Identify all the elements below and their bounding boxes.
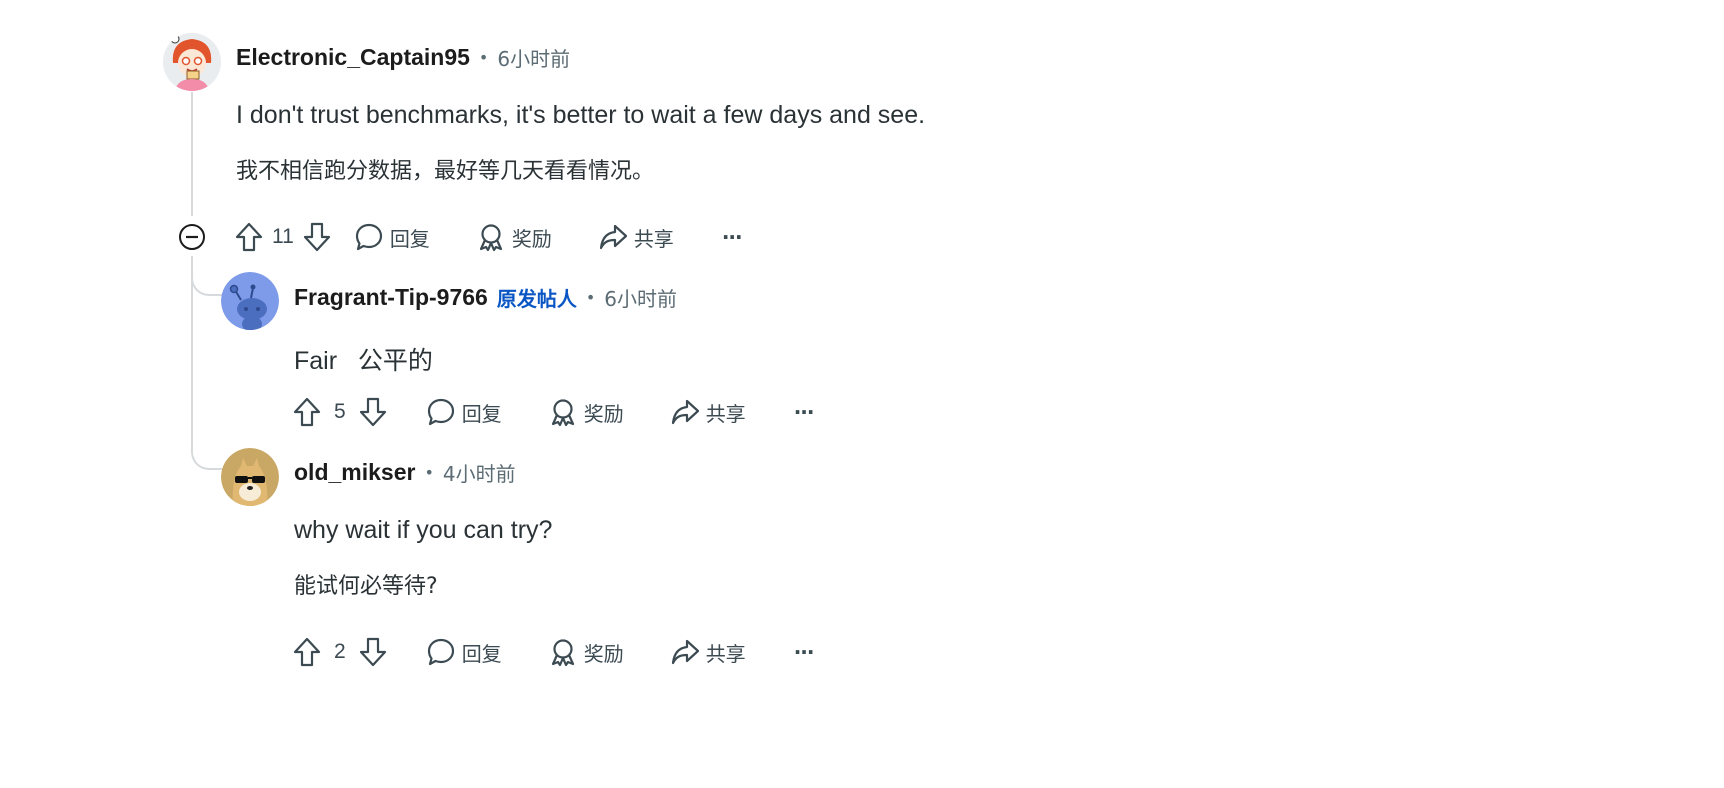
arrow-down-icon (302, 221, 332, 253)
upvote-button[interactable] (292, 636, 322, 668)
share-arrow-icon (670, 637, 700, 667)
award-button[interactable]: 奖励 (548, 397, 624, 427)
award-label: 奖励 (511, 226, 552, 251)
arrow-down-icon (358, 396, 388, 428)
share-button[interactable]: 共享 (598, 222, 674, 252)
avatar[interactable] (163, 33, 221, 91)
username[interactable]: old_mikser (294, 459, 415, 486)
vote-count: 5 (334, 400, 346, 423)
reply-label: 回复 (461, 641, 502, 666)
speech-bubble-icon (354, 222, 384, 252)
comment-actions: 2 回复 奖励 共享 ··· (292, 630, 815, 674)
share-arrow-icon (670, 397, 700, 427)
upvote-button[interactable] (292, 396, 322, 428)
award-label: 奖励 (583, 641, 624, 666)
more-options-button[interactable]: ··· (793, 640, 815, 664)
downvote-button[interactable] (302, 221, 332, 253)
arrow-up-icon (292, 636, 322, 668)
arrow-up-icon (292, 396, 322, 428)
reply-button[interactable]: 回复 (354, 222, 430, 252)
thread-line-main (191, 92, 193, 216)
vote-count: 2 (334, 640, 346, 663)
comment-meta: old_mikser • 4小时前 (294, 457, 516, 487)
more-icon: ··· (721, 225, 743, 249)
reply-button[interactable]: 回复 (426, 637, 502, 667)
comment-translation: 能试何必等待? (294, 574, 438, 599)
share-label: 共享 (705, 641, 746, 666)
share-button[interactable]: 共享 (670, 397, 746, 427)
more-options-button[interactable]: ··· (793, 400, 815, 424)
share-button[interactable]: 共享 (670, 637, 746, 667)
more-icon: ··· (793, 640, 815, 664)
comment-actions: 11 回复 奖励 共享 ··· (234, 215, 743, 259)
award-ribbon-icon (548, 397, 578, 427)
comment-text: Fair 公平的 (294, 347, 433, 375)
thread-curve-reply-2 (191, 426, 223, 470)
separator-dot: • (478, 47, 489, 67)
comment-meta: Electronic_Captain95 • 6小时前 (236, 42, 570, 72)
downvote-button[interactable] (358, 636, 388, 668)
arrow-up-icon (234, 221, 264, 253)
thread-curve-reply-1 (191, 256, 223, 296)
speech-bubble-icon (426, 397, 456, 427)
timestamp[interactable]: 6小时前 (497, 43, 570, 72)
username[interactable]: Electronic_Captain95 (236, 44, 470, 71)
more-options-button[interactable]: ··· (721, 225, 743, 249)
share-arrow-icon (598, 222, 628, 252)
comment-actions: 5 回复 奖励 共享 ··· (292, 390, 815, 434)
award-button[interactable]: 奖励 (548, 637, 624, 667)
op-badge: 原发帖人 (496, 286, 577, 311)
downvote-button[interactable] (358, 396, 388, 428)
award-label: 奖励 (583, 401, 624, 426)
reply-label: 回复 (461, 401, 502, 426)
comment-meta: Fragrant-Tip-9766 原发帖人 • 6小时前 (294, 282, 677, 312)
comment-text: why wait if you can try? (294, 516, 553, 544)
username[interactable]: Fragrant-Tip-9766 (294, 284, 488, 311)
collapse-icon[interactable] (178, 223, 206, 251)
avatar[interactable] (221, 448, 279, 506)
avatar[interactable] (221, 272, 279, 330)
reply-label: 回复 (389, 226, 430, 251)
comment-translation: 我不相信跑分数据，最好等几天看看情况。 (236, 159, 655, 184)
comment-text: I don't trust benchmarks, it's better to… (236, 101, 926, 129)
separator-dot: • (585, 287, 596, 307)
reply-button[interactable]: 回复 (426, 397, 502, 427)
award-ribbon-icon (548, 637, 578, 667)
timestamp[interactable]: 4小时前 (443, 458, 516, 487)
more-icon: ··· (793, 400, 815, 424)
speech-bubble-icon (426, 637, 456, 667)
award-ribbon-icon (476, 222, 506, 252)
upvote-button[interactable] (234, 221, 264, 253)
separator-dot: • (424, 462, 434, 482)
award-button[interactable]: 奖励 (476, 222, 552, 252)
share-label: 共享 (705, 401, 746, 426)
vote-count: 11 (272, 225, 294, 248)
timestamp[interactable]: 6小时前 (604, 283, 677, 312)
arrow-down-icon (358, 636, 388, 668)
share-label: 共享 (633, 226, 674, 251)
